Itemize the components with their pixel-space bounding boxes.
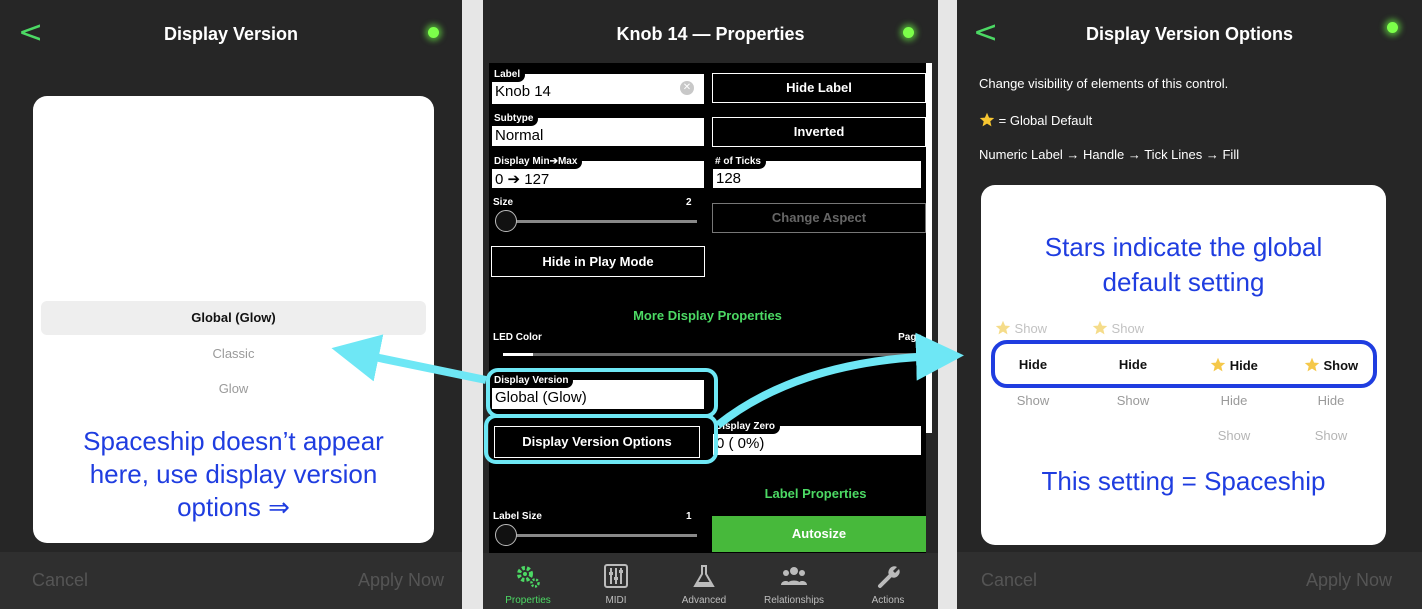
screenshot-stage: < Display Version Global (Glow) Classic … [0, 0, 1422, 609]
arrow-to-options [715, 332, 964, 429]
arrow-to-picker [331, 334, 487, 384]
annotation-arrows [331, 332, 964, 429]
